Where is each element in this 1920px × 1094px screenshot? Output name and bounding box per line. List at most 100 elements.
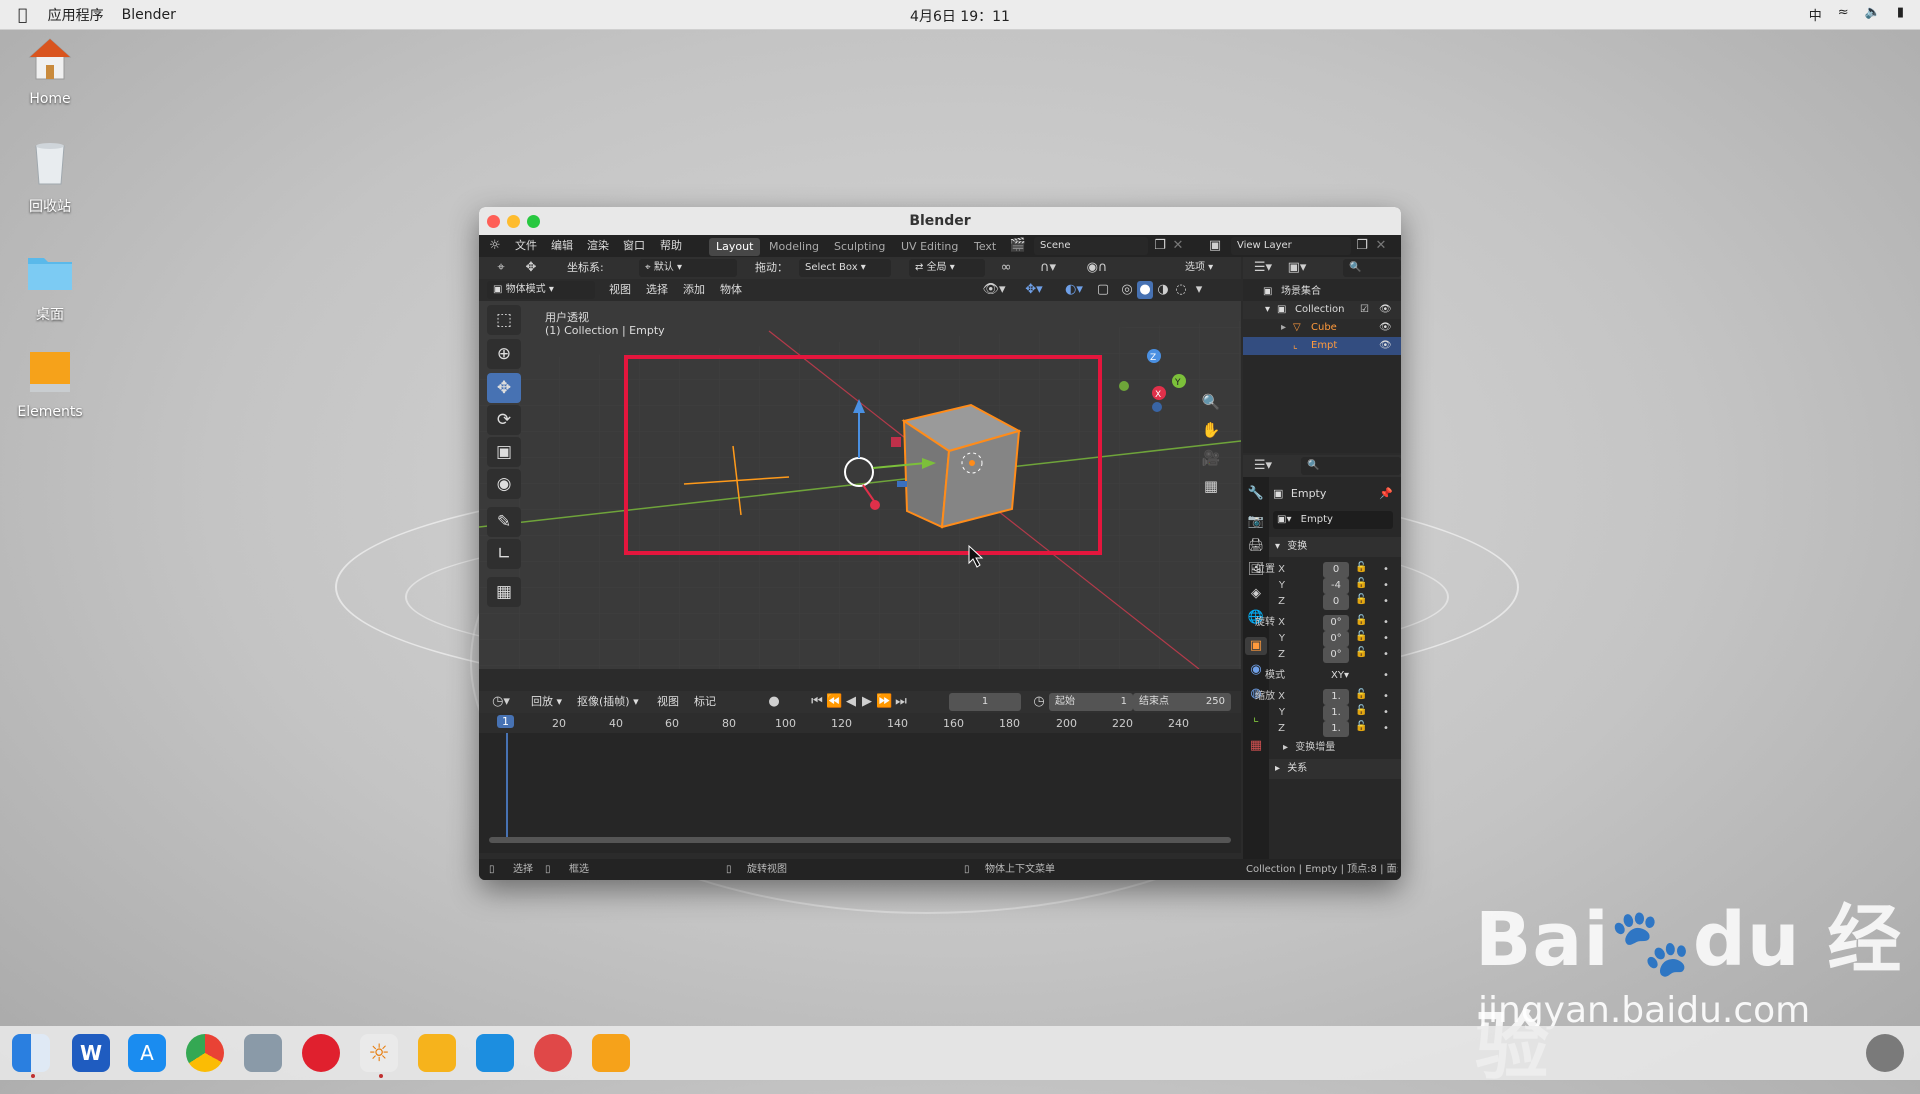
rotate-tool[interactable]: ⟳ xyxy=(487,405,521,435)
scale-z-field[interactable]: 1. xyxy=(1323,721,1349,737)
drag-dropdown[interactable]: Select Box ▾ xyxy=(799,259,891,277)
menu-file[interactable]: 文件 xyxy=(515,235,537,257)
relations-panel-header[interactable]: ▸ 关系 xyxy=(1269,759,1401,779)
gizmo-toggle-icon[interactable]: ✥▾ xyxy=(1019,281,1049,299)
viewport-menu-select[interactable]: 选择 xyxy=(646,279,668,301)
gizmo-plane-handle[interactable] xyxy=(891,437,901,447)
timeline-menu-playback[interactable]: 回放 ▾ xyxy=(531,691,562,713)
record-icon[interactable]: ● xyxy=(763,693,785,711)
timeline-area[interactable]: 1 20 40 60 80 100 120 140 160 180 200 22… xyxy=(479,713,1241,853)
rotation-x-field[interactable]: 0° xyxy=(1323,615,1349,631)
lock-icon[interactable]: 🔓 xyxy=(1355,578,1367,589)
wireframe-shading-icon[interactable]: ◎ xyxy=(1119,281,1135,299)
move-tool[interactable]: ✥ xyxy=(487,373,521,403)
outliner-row-scene-collection[interactable]: ▣ 场景集合 xyxy=(1243,283,1401,301)
timeline-menu-keying[interactable]: 抠像(插帧) ▾ xyxy=(577,691,639,713)
netease-music-dock-icon[interactable] xyxy=(302,1034,340,1072)
location-z-field[interactable]: 0 xyxy=(1323,594,1349,610)
current-frame-field[interactable]: 1 xyxy=(949,693,1021,711)
solid-shading-icon[interactable]: ● xyxy=(1137,281,1153,299)
menu-render[interactable]: 渲染 xyxy=(587,235,609,257)
delete-scene-icon[interactable]: ✕ xyxy=(1171,237,1185,255)
keyframe-dot-icon[interactable]: • xyxy=(1383,720,1389,738)
scale-y-field[interactable]: 1. xyxy=(1323,705,1349,721)
preview-range-icon[interactable]: ◷ xyxy=(1031,693,1047,711)
properties-search[interactable]: 🔍 xyxy=(1301,457,1401,475)
jump-end-icon[interactable]: ⏭ xyxy=(894,693,908,711)
viewport-menu-add[interactable]: 添加 xyxy=(683,279,705,301)
lock-icon[interactable]: 🔓 xyxy=(1355,631,1367,642)
close-window-button[interactable] xyxy=(487,215,500,228)
pin-icon[interactable]: 📌 xyxy=(1379,485,1393,503)
tab-modeling[interactable]: Modeling xyxy=(762,238,826,256)
timeline-menu-view[interactable]: 视图 xyxy=(657,691,679,713)
lock-icon[interactable]: 🔓 xyxy=(1355,705,1367,716)
desktop-icon-elements[interactable]: Elements xyxy=(5,348,95,420)
select-box-tool[interactable]: ⬚ xyxy=(487,305,521,335)
apple-icon[interactable]:  xyxy=(18,5,28,24)
play-icon[interactable]: ▶ xyxy=(860,693,874,711)
tab-uv-editing[interactable]: UV Editing xyxy=(894,238,965,256)
drive-dock-icon[interactable] xyxy=(592,1034,630,1072)
delta-transform-panel-header[interactable]: ▸ 变换增量 xyxy=(1269,739,1401,757)
active-app-name[interactable]: Blender xyxy=(122,7,176,23)
tool-settings-icon[interactable]: ⌖ xyxy=(487,259,515,277)
chrome-dock-icon[interactable] xyxy=(186,1034,224,1072)
keyframe-dot-icon[interactable]: • xyxy=(1383,646,1389,664)
outliner-search[interactable]: 🔍 xyxy=(1343,259,1401,277)
pages-dock-icon[interactable] xyxy=(418,1034,456,1072)
proportional-edit-icon[interactable]: ◉∩ xyxy=(1079,259,1115,277)
desktop-icon-desktop-folder[interactable]: 桌面 xyxy=(5,248,95,324)
play-reverse-icon[interactable]: ◀ xyxy=(844,693,858,711)
options-dropdown[interactable]: 选项 ▾ xyxy=(1179,259,1227,277)
mode-dropdown[interactable]: ▣ 物体模式 ▾ xyxy=(487,281,595,299)
delete-view-layer-icon[interactable]: ✕ xyxy=(1374,237,1388,255)
next-keyframe-icon[interactable]: ⏩ xyxy=(876,693,892,711)
zoom-icon[interactable]: 🔍 xyxy=(1199,393,1223,411)
timeline-menu-marker[interactable]: 标记 xyxy=(694,691,716,713)
material-shading-icon[interactable]: ◑ xyxy=(1155,281,1171,299)
app-store-dock-icon[interactable]: A xyxy=(128,1034,166,1072)
prev-keyframe-icon[interactable]: ⏪ xyxy=(826,693,842,711)
location-y-field[interactable]: -4 xyxy=(1323,578,1349,594)
new-view-layer-icon[interactable]: ❐ xyxy=(1355,237,1369,255)
camera-view-icon[interactable]: 🎥 xyxy=(1199,449,1223,467)
video-dock-icon[interactable] xyxy=(534,1034,572,1072)
rotation-mode-dropdown[interactable]: XY▾ xyxy=(1323,668,1357,684)
expand-arrow-icon[interactable]: ▸ xyxy=(1281,319,1286,337)
frame-tick-current[interactable]: 1 xyxy=(497,715,514,728)
render-tab-icon[interactable]: 📷 xyxy=(1247,513,1265,531)
tab-layout[interactable]: Layout xyxy=(709,238,761,256)
finder-dock-icon[interactable] xyxy=(12,1034,50,1072)
menu-help[interactable]: 帮助 xyxy=(660,235,682,257)
snap-icon[interactable]: ∩▾ xyxy=(1028,259,1068,277)
rotation-y-field[interactable]: 0° xyxy=(1323,631,1349,647)
visibility-toggle-icon[interactable]: 👁▾ xyxy=(981,281,1007,299)
lock-icon[interactable]: 🔓 xyxy=(1355,647,1367,658)
image-viewer-dock-icon[interactable] xyxy=(244,1034,282,1072)
output-tab-icon[interactable]: 🖨 xyxy=(1247,537,1265,555)
playhead-line[interactable] xyxy=(506,733,508,843)
tab-sculpting[interactable]: Sculpting xyxy=(827,238,892,256)
outliner-display-icon[interactable]: ▣▾ xyxy=(1283,259,1311,277)
menu-edit[interactable]: 编辑 xyxy=(551,235,573,257)
new-scene-icon[interactable]: ❐ xyxy=(1153,237,1167,255)
outliner-editor-icon[interactable]: ☰▾ xyxy=(1249,259,1277,277)
timeline-scrollbar[interactable] xyxy=(489,837,1231,843)
cursor-tool[interactable]: ⊕ xyxy=(487,339,521,369)
pan-hand-icon[interactable]: ✋ xyxy=(1199,421,1223,439)
scale-x-field[interactable]: 1. xyxy=(1323,689,1349,705)
rotation-z-field[interactable]: 0° xyxy=(1323,647,1349,663)
overlay-toggle-icon[interactable]: ◐▾ xyxy=(1059,281,1089,299)
viewport-menu-object[interactable]: 物体 xyxy=(720,279,742,301)
blender-logo-icon[interactable]: ☼ xyxy=(489,235,501,257)
object-name[interactable]: Empty xyxy=(1291,487,1326,500)
lock-icon[interactable]: 🔓 xyxy=(1355,594,1367,605)
object-data-selector[interactable]: ▣▾ Empty xyxy=(1273,511,1393,529)
expand-arrow-icon[interactable]: ▾ xyxy=(1265,301,1270,319)
word-dock-icon[interactable]: W xyxy=(72,1034,110,1072)
outliner-row-collection[interactable]: ▾ ▣ Collection ☑ 👁 xyxy=(1243,301,1401,319)
proportional-icon[interactable]: ∞ xyxy=(995,259,1017,277)
wifi-icon[interactable]: ≈ xyxy=(1838,5,1849,24)
coord-dropdown[interactable]: ⌖ 默认 ▾ xyxy=(639,259,737,277)
